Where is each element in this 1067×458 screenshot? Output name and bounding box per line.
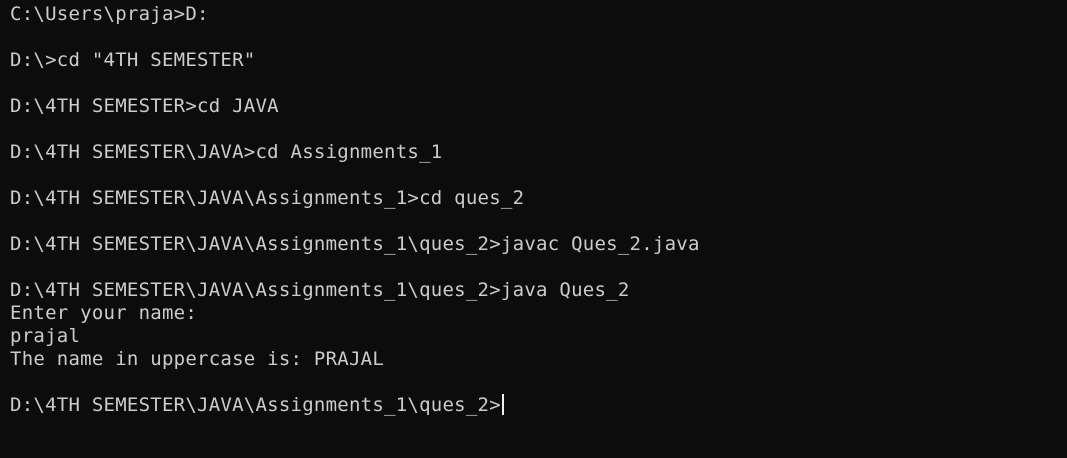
terminal-line: D:\4TH SEMESTER\JAVA\Assignments_1\ques_… xyxy=(10,233,700,255)
terminal-line: D:\4TH SEMESTER>cd JAVA xyxy=(10,95,279,117)
command-prompt-active[interactable]: D:\4TH SEMESTER\JAVA\Assignments_1\ques_… xyxy=(10,394,1067,417)
terminal-line: D:\4TH SEMESTER\JAVA>cd Assignments_1 xyxy=(10,141,443,163)
terminal-line: D:\>cd "4TH SEMESTER" xyxy=(10,49,256,71)
terminal-window[interactable]: C:\Users\praja>D: D:\>cd "4TH SEMESTER" … xyxy=(0,0,1067,458)
prompt-text: D:\4TH SEMESTER\JAVA\Assignments_1\ques_… xyxy=(10,394,501,416)
text-cursor xyxy=(501,394,504,415)
program-output-result: The name in uppercase is: PRAJAL xyxy=(10,348,385,370)
terminal-line: D:\4TH SEMESTER\JAVA\Assignments_1\ques_… xyxy=(10,279,630,301)
user-input-echo: prajal xyxy=(10,325,81,347)
terminal-line: C:\Users\praja>D: xyxy=(10,3,209,25)
terminal-line: D:\4TH SEMESTER\JAVA\Assignments_1>cd qu… xyxy=(10,187,525,209)
program-output-prompt: Enter your name: xyxy=(10,302,198,324)
